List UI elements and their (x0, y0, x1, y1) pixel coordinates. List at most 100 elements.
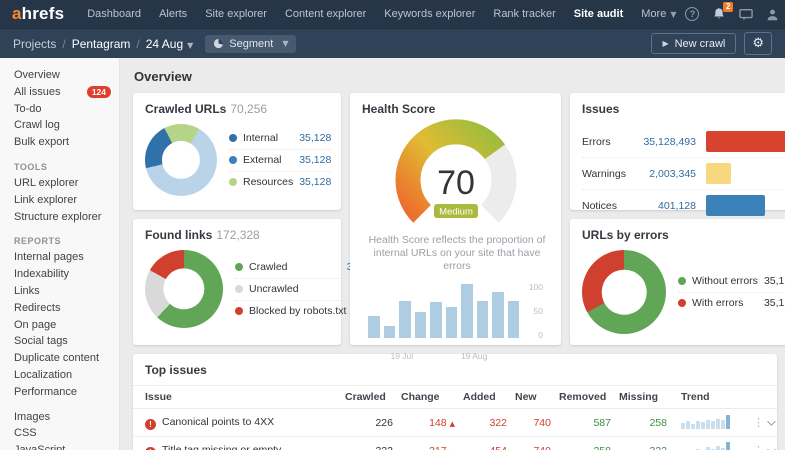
legend-value[interactable]: 35,128 (299, 132, 331, 144)
nav-item-site-explorer[interactable]: Site explorer (196, 0, 276, 28)
legend-item: Resources35,128 (229, 171, 331, 193)
issues-bar-track (706, 131, 785, 152)
crawled-urls-card: Crawled URLs70,256 Internal35,128Externa… (133, 93, 341, 210)
crawled-cell: 322 (341, 437, 397, 450)
notifications-button[interactable]: 2 (712, 7, 726, 21)
chevron-down-icon: ▼ (282, 39, 288, 48)
nav-item-more[interactable]: More▼ (632, 0, 685, 28)
sidebar-item-url-explorer[interactable]: URL explorer (14, 175, 119, 192)
trend-bar (384, 326, 396, 338)
table-row: !Title tag missing or empty322317▲454740… (133, 437, 777, 450)
legend-value[interactable]: 35,128 (299, 176, 331, 188)
issues-stat-row: Warnings2,003,345 (582, 157, 785, 189)
breadcrumb-project-name[interactable]: Pentagram (72, 37, 131, 51)
chevron-down-icon: ▼ (187, 41, 193, 50)
sidebar-item-javascript[interactable]: JavaScript (14, 442, 119, 450)
issue-link[interactable]: Canonical points to 4XX (162, 416, 274, 428)
nav-item-rank-tracker[interactable]: Rank tracker (484, 0, 564, 28)
sidebar-item-links[interactable]: Links (14, 283, 119, 300)
help-icon[interactable]: ? (685, 7, 699, 21)
legend-item: Without errors35,128 (678, 271, 785, 292)
pie-chart-icon (213, 38, 224, 49)
issues-stat-value[interactable]: 35,128,493 (634, 136, 696, 148)
sidebar-item-bulk-export[interactable]: Bulk export (14, 134, 119, 151)
sidebar-item-performance[interactable]: Performance (14, 384, 119, 401)
found-links-total: 172,328 (216, 228, 259, 242)
health-score-rating: Medium (439, 207, 473, 218)
nav-item-alerts[interactable]: Alerts (150, 0, 196, 28)
issues-stat-value[interactable]: 401,128 (634, 200, 696, 212)
settings-button[interactable]: ⚙ (744, 32, 772, 55)
sidebar-item-localization[interactable]: Localization (14, 367, 119, 384)
nav-item-dashboard[interactable]: Dashboard (78, 0, 150, 28)
ahrefs-logo[interactable]: ahrefs (12, 4, 64, 24)
table-row: !Canonical points to 4XX226148▲322740587… (133, 409, 777, 437)
sidebar-item-link-explorer[interactable]: Link explorer (14, 192, 119, 209)
trend-bar (508, 301, 520, 338)
messages-button[interactable] (739, 8, 753, 21)
nav-item-content-explorer[interactable]: Content explorer (276, 0, 375, 28)
issues-stat-value[interactable]: 2,003,345 (634, 168, 696, 180)
more-actions-icon[interactable]: ⋮ (750, 444, 767, 450)
urls-by-errors-title: URLs by errors (582, 228, 785, 242)
error-icon: ! (145, 447, 156, 450)
legend-dot (229, 134, 237, 142)
nav-item-keywords-explorer[interactable]: Keywords explorer (375, 0, 484, 28)
new-crawl-button[interactable]: ▶ New crawl (651, 33, 736, 54)
sidebar-item-all-issues[interactable]: All issues124 (14, 84, 119, 101)
legend-dot (678, 277, 686, 285)
issues-stat-row: Notices401,128 (582, 189, 785, 221)
nav-item-site-audit[interactable]: Site audit (565, 0, 633, 28)
legend-label: Crawled (249, 261, 341, 273)
sidebar-item-to-do[interactable]: To-do (14, 101, 119, 118)
new-cell: 740 (511, 409, 555, 437)
issues-bar-track (706, 195, 785, 216)
trend-bar (415, 312, 427, 338)
expand-chevron-icon[interactable] (767, 417, 775, 425)
sidebar-section-tools: TOOLS (14, 162, 119, 172)
breadcrumb-projects[interactable]: Projects (13, 37, 56, 51)
trend-sparkline (681, 413, 730, 429)
urls-by-errors-legend: Without errors35,128With errors35,128 (678, 271, 785, 314)
sidebar-item-duplicate-content[interactable]: Duplicate content (14, 350, 119, 367)
column-header-trend: Trend (671, 386, 737, 409)
sidebar-item-social-tags[interactable]: Social tags (14, 333, 119, 350)
segment-dropdown[interactable]: Segment ▼ (205, 35, 296, 53)
sidebar-item-crawl-log[interactable]: Crawl log (14, 117, 119, 134)
main-nav: DashboardAlertsSite explorerContent expl… (78, 0, 685, 28)
sidebar-item-css[interactable]: CSS (14, 425, 119, 442)
breadcrumb-separator: / (62, 37, 65, 51)
sidebar-item-overview[interactable]: Overview (14, 67, 119, 84)
issue-link[interactable]: Title tag missing or empty (162, 444, 281, 450)
more-actions-icon[interactable]: ⋮ (750, 416, 767, 429)
trend-sparkline (681, 441, 730, 450)
sidebar-item-internal-pages[interactable]: Internal pages (14, 249, 119, 266)
user-icon (766, 8, 779, 21)
column-header-new: New (511, 386, 555, 409)
crawled-cell: 226 (341, 409, 397, 437)
sidebar-item-on-page[interactable]: On page (14, 317, 119, 334)
legend-dot (229, 178, 237, 186)
crawled-urls-donut-chart (145, 124, 217, 196)
legend-dot (235, 307, 243, 315)
issues-bar-track (706, 163, 785, 184)
change-cell: 317▲ (397, 437, 459, 450)
found-links-donut-chart (145, 250, 223, 328)
sidebar-item-images[interactable]: Images (14, 409, 119, 426)
crawl-date-dropdown[interactable]: 24 Aug▼ (146, 37, 194, 51)
y-axis-tick: 100 (529, 282, 543, 292)
legend-value[interactable]: 35,128 (299, 154, 331, 166)
added-cell: 454 (459, 437, 511, 450)
sidebar: OverviewAll issues124To-doCrawl logBulk … (0, 58, 120, 450)
expand-chevron-icon[interactable] (767, 445, 775, 450)
trend-cell (671, 437, 737, 450)
account-button[interactable] (766, 8, 779, 21)
sidebar-item-structure-explorer[interactable]: Structure explorer (14, 209, 119, 226)
sidebar-item-indexability[interactable]: Indexability (14, 266, 119, 283)
trend-bar (399, 301, 411, 338)
column-header-issue: Issue (133, 386, 341, 409)
issues-bar (706, 195, 765, 216)
issues-bar (706, 163, 731, 184)
legend-label: Without errors (692, 275, 758, 287)
sidebar-item-redirects[interactable]: Redirects (14, 300, 119, 317)
